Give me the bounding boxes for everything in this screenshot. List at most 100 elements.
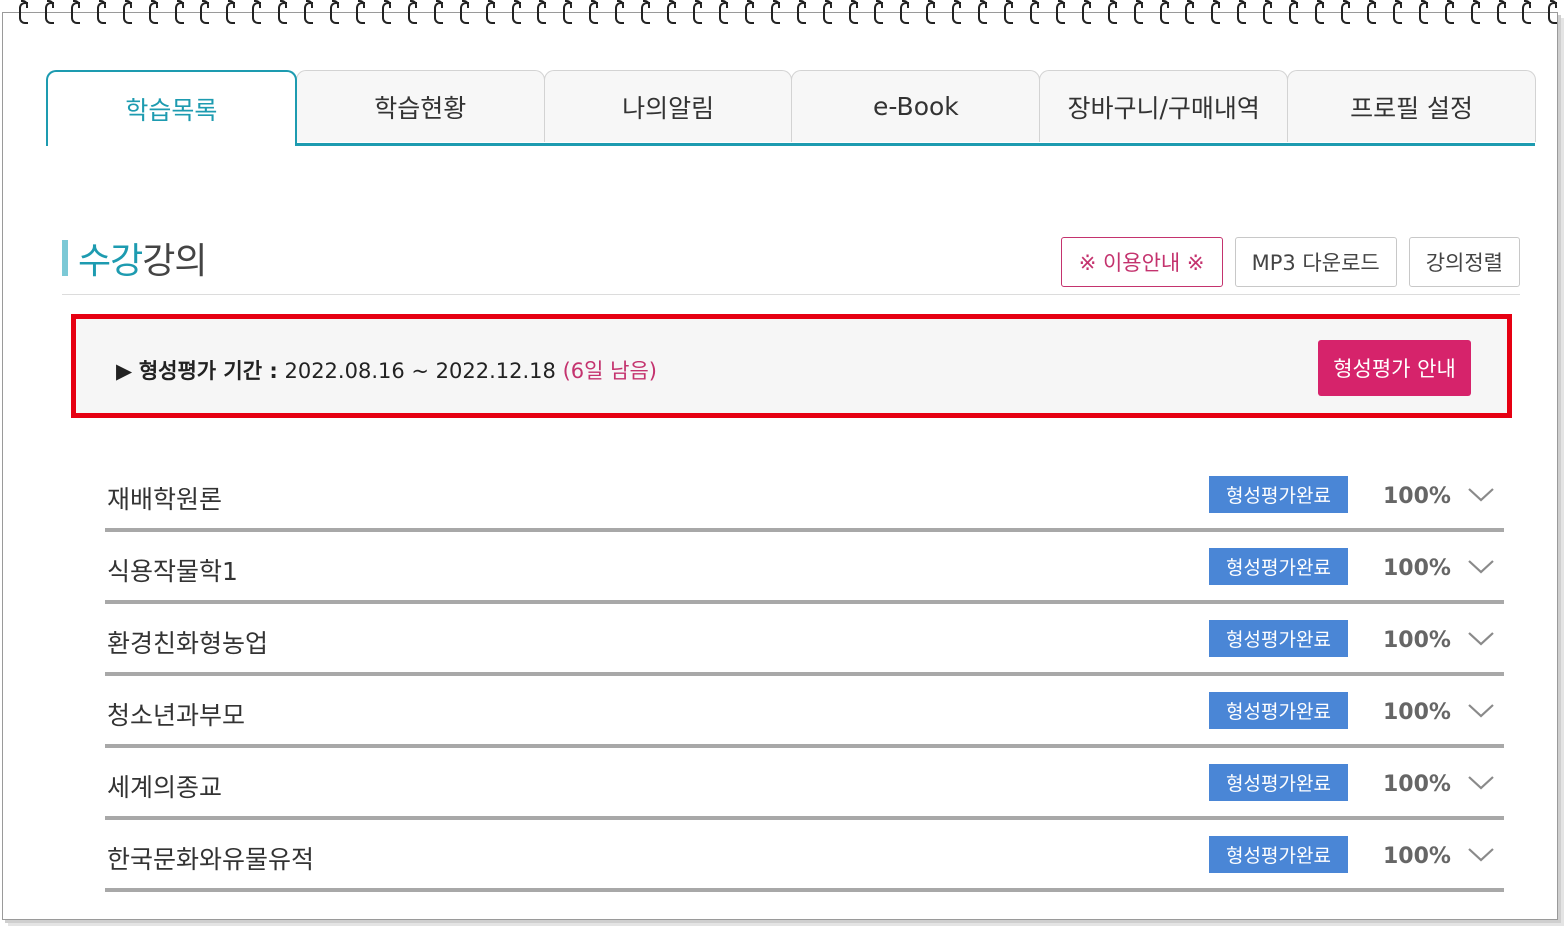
spiral-ring: [718, 0, 728, 24]
section-accent-bar: [62, 240, 68, 276]
spiral-ring: [1521, 0, 1532, 24]
assessment-period-text: ▶ 형성평가 기간 : 2022.08.16 ~ 2022.12.18 (6일 …: [116, 355, 657, 385]
course-name[interactable]: 세계의종교: [107, 768, 222, 804]
spiral-ring: [70, 0, 80, 24]
spiral-ring: [536, 0, 547, 24]
spiral-ring: [744, 0, 754, 24]
spiral-ring: [277, 0, 288, 24]
spiral-ring: [1392, 0, 1402, 24]
spiral-ring: [329, 0, 340, 24]
course-progress: 100%: [1383, 844, 1451, 869]
spiral-ring: [822, 0, 832, 24]
spiral-ring: [796, 0, 806, 24]
spiral-ring: [225, 0, 236, 24]
spiral-ring: [562, 0, 573, 24]
spiral-ring: [1081, 0, 1091, 24]
spiral-ring: [485, 0, 495, 24]
chevron-down-icon[interactable]: [1467, 556, 1495, 576]
assessment-complete-badge: 형성평가완료: [1209, 836, 1348, 873]
spiral-ring: [1236, 0, 1247, 24]
course-row[interactable]: 식용작물학1 형성평가완료 100%: [105, 532, 1504, 604]
period-marker-icon: ▶: [116, 359, 133, 383]
assessment-period-box: ▶ 형성평가 기간 : 2022.08.16 ~ 2022.12.18 (6일 …: [71, 314, 1512, 418]
spiral-ring: [977, 0, 988, 24]
chevron-down-icon[interactable]: [1467, 484, 1495, 504]
spiral-ring: [511, 0, 521, 24]
spiral-ring: [1107, 0, 1117, 24]
spiral-ring: [433, 0, 443, 24]
tab-profile-settings[interactable]: 프로필 설정: [1287, 70, 1536, 142]
spiral-ring: [251, 0, 262, 24]
period-label: 형성평가 기간 :: [138, 359, 278, 383]
spiral-ring: [1210, 0, 1221, 24]
assessment-complete-badge: 형성평가완료: [1209, 620, 1348, 657]
assessment-guide-button[interactable]: 형성평가 안내: [1318, 340, 1471, 396]
spiral-ring: [614, 0, 625, 24]
spiral-ring: [1470, 0, 1480, 24]
tab-study-status[interactable]: 학습현황: [295, 70, 545, 142]
course-row[interactable]: 세계의종교 형성평가완료 100%: [105, 748, 1504, 820]
spiral-ring: [459, 0, 469, 24]
spiral-ring: [899, 0, 910, 24]
spiral-ring: [951, 0, 962, 24]
spiral-ring: [848, 0, 858, 24]
section-title-rest: 강의: [142, 241, 207, 282]
spiral-ring: [1366, 0, 1376, 24]
course-row[interactable]: 재배학원론 형성평가완료 100%: [105, 460, 1504, 532]
tab-ebook[interactable]: e-Book: [791, 70, 1041, 142]
spiral-ring: [407, 0, 417, 24]
spiral-ring: [770, 0, 780, 24]
spiral-ring: [1444, 0, 1454, 24]
spiral-ring: [355, 0, 365, 24]
spiral-ring: [692, 0, 702, 24]
section-divider: [62, 294, 1520, 295]
tab-my-notifications[interactable]: 나의알림: [543, 70, 793, 142]
tab-study-list[interactable]: 학습목록: [46, 70, 297, 146]
spiral-ring: [873, 0, 884, 24]
period-remaining: (6일 남음): [562, 359, 657, 383]
course-progress: 100%: [1383, 700, 1451, 725]
spiral-ring: [18, 0, 28, 24]
course-name[interactable]: 환경친화형농업: [107, 624, 268, 660]
spiral-ring: [1496, 0, 1506, 24]
spiral-ring: [1003, 0, 1014, 24]
page: 학습목록 학습현황 나의알림 e-Book 장바구니/구매내역 프로필 설정 수…: [0, 0, 1565, 929]
chevron-down-icon[interactable]: [1467, 772, 1495, 792]
chevron-down-icon[interactable]: [1467, 700, 1495, 720]
course-name[interactable]: 식용작물학1: [107, 552, 238, 588]
spiral-ring: [1547, 0, 1558, 24]
chevron-down-icon[interactable]: [1467, 628, 1495, 648]
spiral-ring: [1418, 0, 1428, 24]
mp3-download-button[interactable]: MP3 다운로드: [1234, 237, 1397, 287]
spiral-ring: [1184, 0, 1195, 24]
sort-lectures-button[interactable]: 강의정렬: [1408, 237, 1520, 287]
spiral-ring: [1055, 0, 1065, 24]
course-name[interactable]: 한국문화와유물유적: [107, 840, 314, 876]
course-row[interactable]: 환경친화형농업 형성평가완료 100%: [105, 604, 1504, 676]
spiral-ring: [1340, 0, 1351, 24]
spiral-ring: [666, 0, 677, 24]
chevron-down-icon[interactable]: [1467, 844, 1495, 864]
spiral-ring: [96, 0, 106, 24]
course-name[interactable]: 재배학원론: [107, 480, 222, 516]
main-tabs: 학습목록 학습현황 나의알림 e-Book 장바구니/구매내역 프로필 설정: [46, 70, 1536, 146]
course-progress: 100%: [1383, 628, 1451, 653]
course-row[interactable]: 한국문화와유물유적 형성평가완료 100%: [105, 820, 1504, 892]
course-progress: 100%: [1383, 484, 1451, 509]
tab-cart-purchases[interactable]: 장바구니/구매내역: [1039, 70, 1289, 142]
spiral-ring: [303, 0, 314, 24]
spiral-ring: [640, 0, 651, 24]
course-row[interactable]: 청소년과부모 형성평가완료 100%: [105, 676, 1504, 748]
section-button-row: ※ 이용안내 ※ MP3 다운로드 강의정렬: [1060, 237, 1520, 287]
usage-guide-button[interactable]: ※ 이용안내 ※: [1060, 237, 1223, 287]
spiral-ring: [1159, 0, 1169, 24]
section-title: 수강강의: [78, 232, 208, 284]
spiral-ring: [148, 0, 158, 24]
spiral-ring: [1133, 0, 1143, 24]
assessment-complete-badge: 형성평가완료: [1209, 764, 1348, 801]
course-progress: 100%: [1383, 772, 1451, 797]
spiral-ring: [1288, 0, 1299, 24]
section-title-highlight: 수강: [78, 241, 143, 282]
assessment-complete-badge: 형성평가완료: [1209, 548, 1348, 585]
course-name[interactable]: 청소년과부모: [107, 696, 245, 732]
